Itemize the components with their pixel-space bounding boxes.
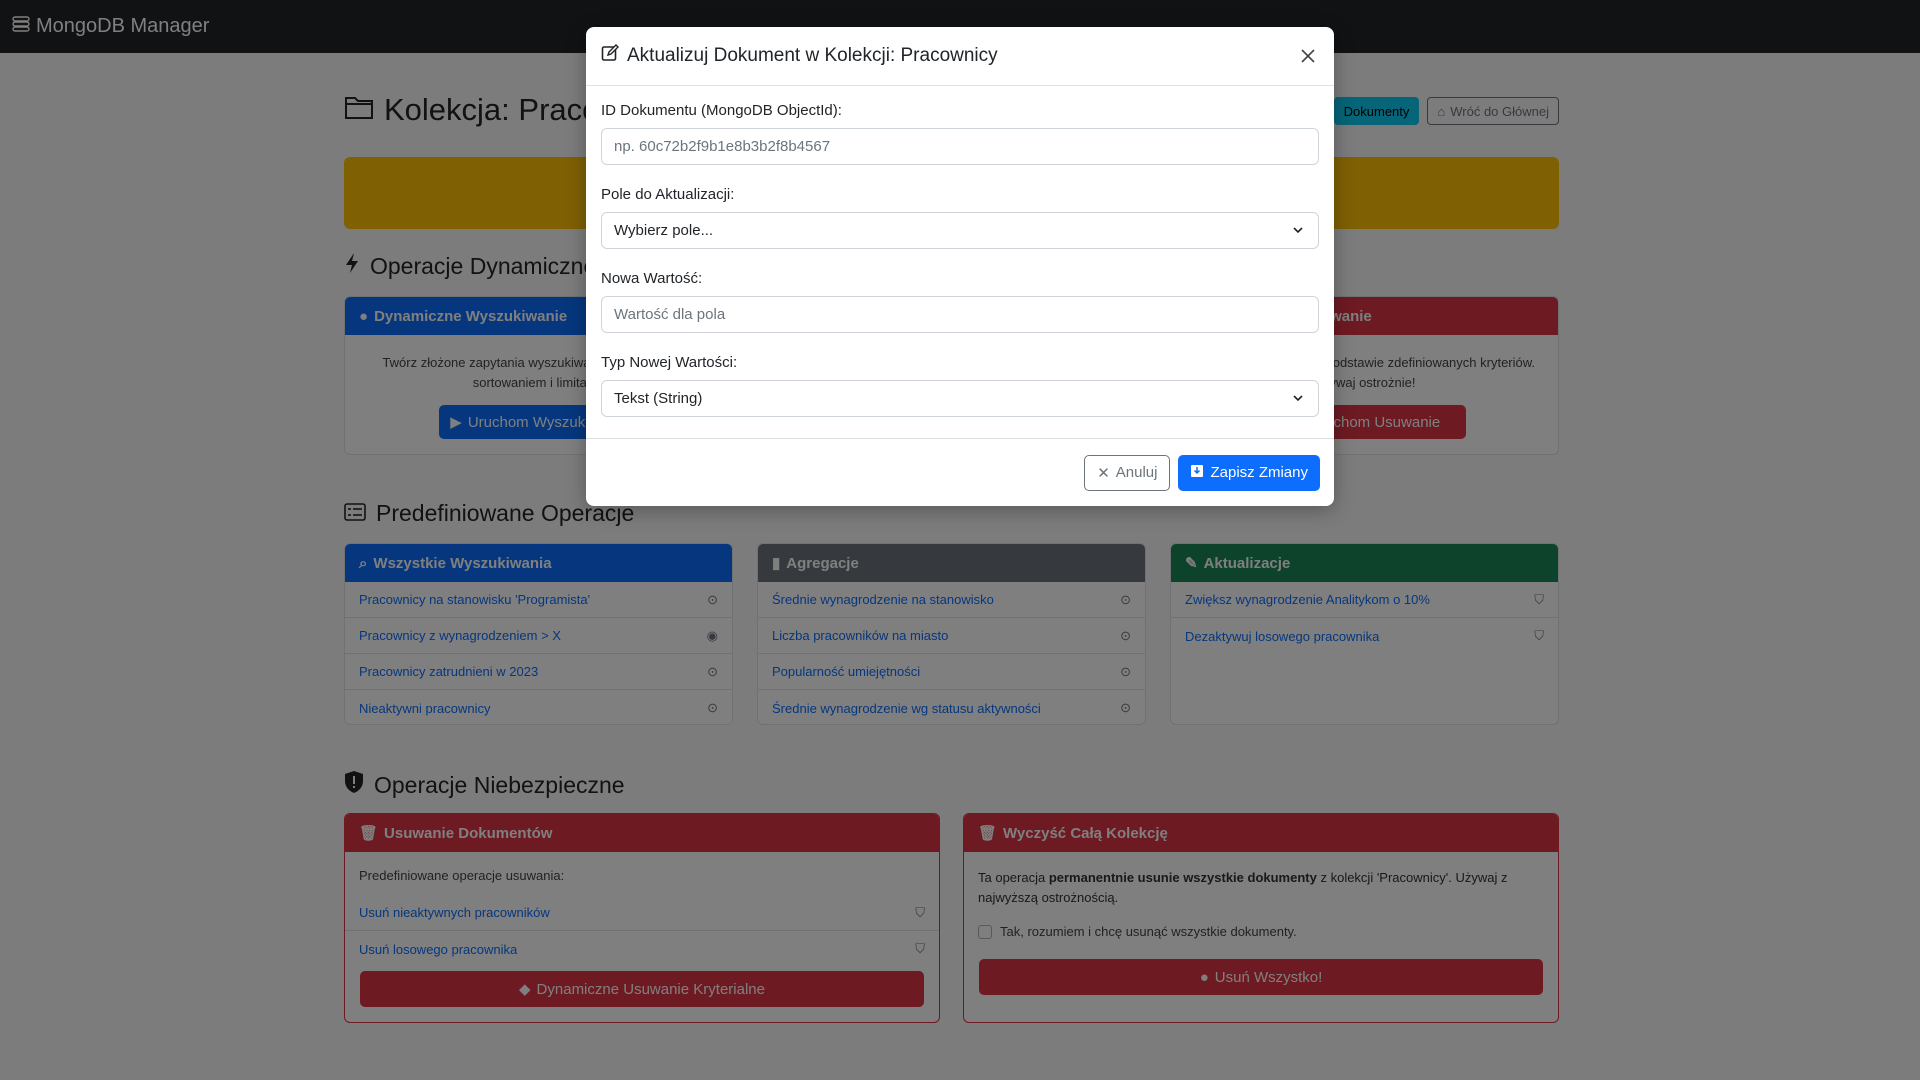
x-icon: ✕ xyxy=(1097,464,1110,482)
value-type-select-value: Tekst (String) xyxy=(614,390,703,407)
modal-footer: ✕ Anuluj Zapisz Zmiany xyxy=(586,438,1334,506)
modal-title: Aktualizuj Dokument w Kolekcji: Pracowni… xyxy=(601,44,998,68)
modal-title-text: Aktualizuj Dokument w Kolekcji: Pracowni… xyxy=(627,45,998,66)
field-select-value: Wybierz pole... xyxy=(614,222,714,239)
close-icon[interactable] xyxy=(1295,43,1321,69)
value-type-label: Typ Nowej Wartości: xyxy=(601,354,738,371)
modal-body: ID Dokumentu (MongoDB ObjectId): Pole do… xyxy=(586,86,1334,417)
document-id-input[interactable] xyxy=(601,128,1319,165)
save-icon xyxy=(1190,464,1204,482)
cancel-button[interactable]: ✕ Anuluj xyxy=(1084,454,1171,491)
update-document-modal: Aktualizuj Dokument w Kolekcji: Pracowni… xyxy=(586,27,1334,506)
field-label: Pole do Aktualizacji: xyxy=(601,186,735,203)
save-changes-button[interactable]: Zapisz Zmiany xyxy=(1178,454,1320,491)
chevron-down-icon xyxy=(1292,223,1304,240)
save-label: Zapisz Zmiany xyxy=(1210,464,1308,481)
value-type-select[interactable]: Tekst (String) xyxy=(601,380,1319,417)
modal-header: Aktualizuj Dokument w Kolekcji: Pracowni… xyxy=(586,27,1334,86)
field-select[interactable]: Wybierz pole... xyxy=(601,212,1319,249)
new-value-label: Nowa Wartość: xyxy=(601,270,703,287)
chevron-down-icon xyxy=(1292,391,1304,408)
new-value-input[interactable] xyxy=(601,296,1319,333)
edit-icon xyxy=(601,44,619,68)
document-id-label: ID Dokumentu (MongoDB ObjectId): xyxy=(601,102,842,119)
cancel-label: Anuluj xyxy=(1115,464,1158,481)
